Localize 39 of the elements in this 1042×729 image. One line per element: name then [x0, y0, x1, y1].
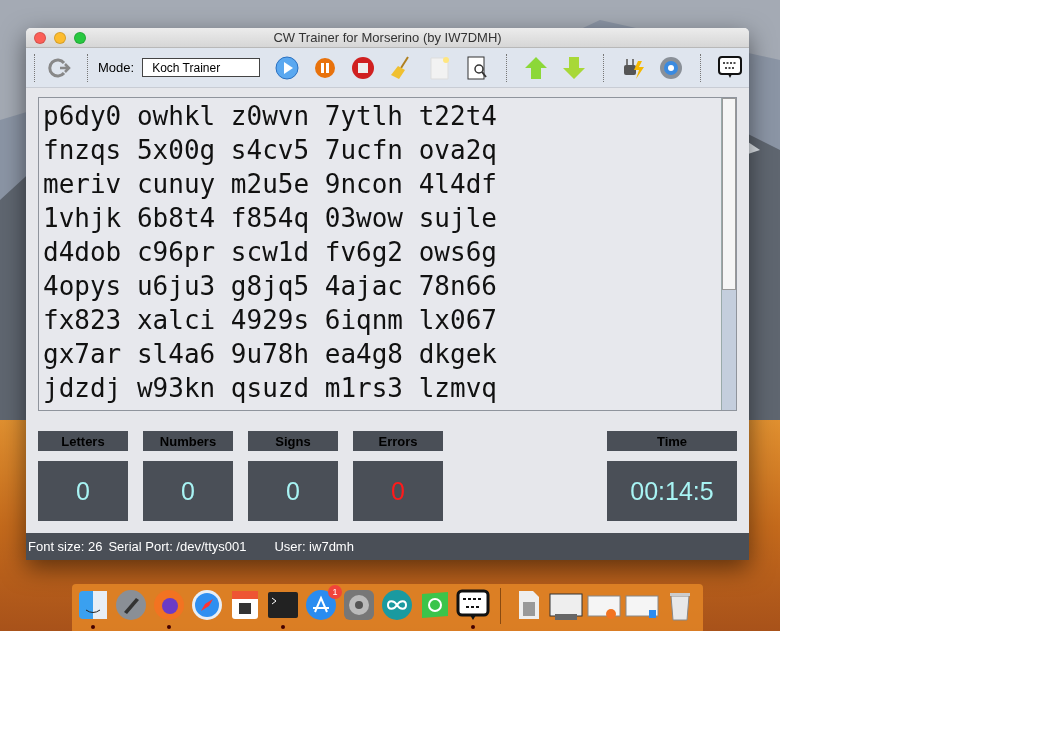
mode-label: Mode: — [98, 60, 135, 75]
stat-label: Errors — [353, 431, 443, 451]
status-text: User: iw7dmh — [274, 539, 354, 554]
text-line: meriv cunuy m2u5e 9ncon 4l4df — [43, 168, 498, 201]
app-store-icon[interactable] — [304, 588, 338, 622]
text-line: fx823 xalci 4929s 6iqnm lx067 — [43, 304, 498, 337]
text-line: 4opys u6ju3 g8jq5 4ajac 78n66 — [43, 270, 498, 303]
notification-badge: 1 — [328, 585, 342, 599]
text-line: gx7ar sl4a6 9u78h ea4g8 dkgek — [43, 338, 498, 371]
stat-value: 0 — [286, 476, 300, 506]
minimize-button[interactable] — [54, 32, 66, 44]
stat-value: 0 — [391, 476, 405, 506]
folder-face-icon[interactable] — [76, 588, 110, 622]
status-text: Serial Port: /dev/ttys001 — [108, 539, 247, 554]
stat-value: 00:14:5 — [630, 476, 714, 506]
close-button[interactable] — [34, 32, 46, 44]
zoom-button[interactable] — [74, 32, 86, 44]
stop-icon[interactable] — [350, 54, 376, 81]
stat-label: Signs — [248, 431, 338, 451]
infinity-icon[interactable] — [380, 588, 414, 622]
stat-value: 0 — [76, 476, 90, 506]
mode-field[interactable]: Koch Trainer — [142, 58, 260, 77]
text-line: fnzqs 5x00g s4cv5 7ucfn ova2q — [43, 134, 498, 167]
window-title: CW Trainer for Morserino (by IW7DMH) — [273, 30, 502, 45]
text-line: d4dob c96pr scw1d fv6g2 ows6g — [43, 236, 498, 269]
message-icon[interactable] — [456, 588, 490, 622]
stat-label: Numbers — [143, 431, 233, 451]
text-line: 1vhjk 6b8t4 f854q 03wow sujle — [43, 202, 498, 235]
status-text: Font size: 26 — [28, 539, 103, 554]
text-area[interactable] — [38, 97, 737, 411]
stat-label: Letters — [38, 431, 128, 451]
play-icon[interactable] — [274, 54, 300, 81]
settings-icon[interactable] — [658, 54, 684, 81]
text-line: p6dy0 owhkl z0wvn 7ytlh t22t4 — [43, 100, 498, 133]
text-line: jdzdj w93kn qsuzd m1rs3 lzmvq — [43, 372, 498, 405]
stat-value: 0 — [181, 476, 195, 506]
stat-label: Time — [607, 431, 737, 451]
scrollbar[interactable] — [721, 98, 736, 410]
document-search-icon[interactable] — [464, 54, 490, 81]
